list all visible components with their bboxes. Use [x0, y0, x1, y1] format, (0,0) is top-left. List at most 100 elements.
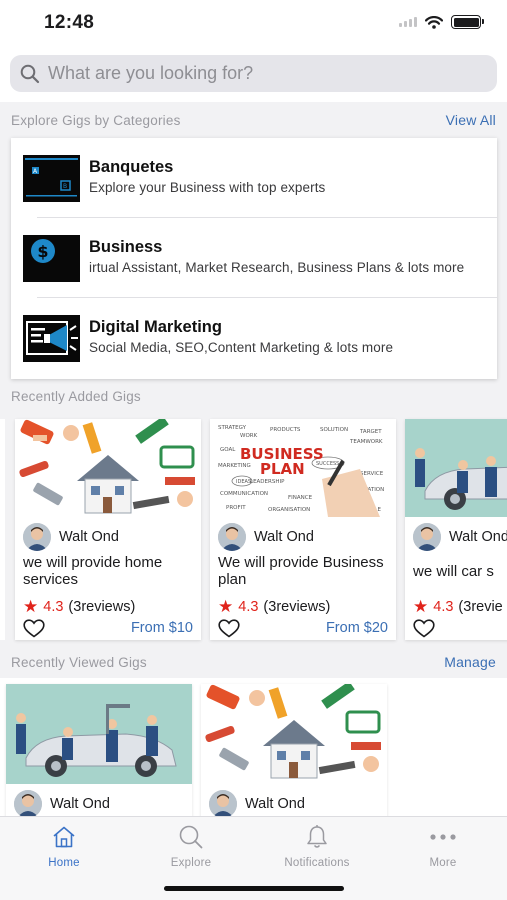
manage-link[interactable]: Manage — [444, 654, 496, 670]
svg-text:MARKETING: MARKETING — [218, 463, 251, 469]
tab-explore[interactable]: Explore — [141, 823, 241, 873]
svg-text:ORGANISATION: ORGANISATION — [268, 507, 310, 513]
gig-title[interactable]: We will provide Business plan — [218, 554, 390, 588]
category-name: Business — [89, 238, 163, 256]
search-icon — [179, 825, 203, 849]
wifi-icon — [425, 15, 443, 29]
gig-rating: ★ 4.3 (3reviews) — [218, 597, 330, 617]
gig-title[interactable]: we will car s — [413, 563, 507, 580]
gig-card[interactable]: Walt Ond we will provide home services ★… — [15, 419, 201, 640]
svg-text:PROFIT: PROFIT — [226, 505, 246, 511]
avatar — [14, 790, 42, 816]
category-name: Digital Marketing — [89, 318, 222, 336]
svg-text:WORK: WORK — [240, 433, 258, 439]
tab-bar: Home Explore Notifications More — [0, 816, 507, 900]
recently-viewed-title: Recently Viewed Gigs — [11, 655, 147, 670]
search-box[interactable] — [10, 55, 497, 92]
categories-list: A B Banquetes Explore your Business with… — [11, 138, 497, 379]
svg-text:STRATEGY: STRATEGY — [218, 425, 247, 431]
gig-rating: ★ 4.3 (3reviews) — [23, 597, 135, 617]
car-service-image — [6, 684, 192, 784]
rating-value: 4.3 — [238, 599, 259, 615]
gig-rating: ★ 4.3 (3revie — [413, 597, 503, 617]
svg-text:IDEAS: IDEAS — [236, 479, 251, 485]
heart-icon[interactable] — [23, 619, 45, 638]
recently-added-title: Recently Added Gigs — [11, 389, 141, 404]
home-icon — [53, 826, 75, 848]
category-description: irtual Assistant, Market Research, Busin… — [89, 260, 465, 275]
search-bar — [0, 46, 507, 102]
seller-name: Walt Ond — [50, 796, 110, 812]
tab-label: More — [429, 857, 457, 869]
search-input[interactable] — [48, 63, 468, 84]
gig-card[interactable]: Walt Ond we will car s ★ 4.3 (3revie — [405, 419, 507, 640]
category-description: Explore your Business with top experts — [89, 180, 326, 195]
review-count: (3reviews) — [68, 599, 136, 615]
categories-section-title: Explore Gigs by Categories — [11, 113, 181, 128]
category-name: Banquetes — [89, 158, 174, 176]
seller-name: Walt Ond — [59, 529, 119, 545]
gig-card[interactable]: STRATEGY PRODUCTS SOLUTION TARGET WORK TEAMW… — [210, 419, 396, 640]
tab-label: Explore — [170, 857, 212, 869]
svg-text:GOAL: GOAL — [220, 447, 236, 453]
gig-price: From $20 — [325, 620, 388, 636]
tab-notifications[interactable]: Notifications — [267, 823, 367, 873]
svg-text:COMMUNICATION: COMMUNICATION — [220, 491, 268, 497]
dollar-thumb: $ — [23, 235, 80, 282]
svg-text:FINANCE: FINANCE — [288, 495, 313, 501]
svg-text:$: $ — [37, 242, 48, 261]
business-plan-image: STRATEGY PRODUCTS SOLUTION TARGET WORK TEAMW… — [210, 419, 396, 517]
heart-icon[interactable] — [413, 619, 435, 638]
status-bar: 12:48 — [0, 0, 507, 46]
home-indicator — [164, 886, 344, 891]
status-icons — [399, 15, 484, 29]
search-icon — [20, 64, 40, 83]
category-item-banquetes[interactable]: A B Banquetes Explore your Business with… — [11, 138, 497, 218]
svg-text:SOLUTION: SOLUTION — [320, 427, 348, 433]
recently-added-gigs[interactable]: Walt Ond we will provide home services ★… — [0, 412, 507, 648]
more-icon — [430, 834, 456, 840]
seller-info[interactable]: Walt Ond — [23, 523, 119, 551]
avatar — [218, 523, 246, 551]
seller-info[interactable]: Walt Ond — [209, 790, 305, 816]
bell-icon — [307, 825, 327, 848]
viewed-gig-card[interactable]: Walt Ond — [201, 684, 387, 816]
tab-more[interactable]: More — [393, 823, 493, 873]
category-description: Social Media, SEO,Content Marketing & lo… — [89, 340, 394, 355]
tab-label: Notifications — [284, 857, 350, 869]
tab-home[interactable]: Home — [14, 823, 114, 873]
recently-viewed-gigs[interactable]: Walt Ond Walt Ond — [0, 678, 507, 816]
category-item-business[interactable]: $ Business irtual Assistant, Market Rese… — [11, 218, 497, 298]
recently-viewed-header: Recently Viewed Gigs Manage — [0, 648, 507, 678]
review-count: (3revie — [458, 599, 503, 615]
gig-card-partial — [0, 419, 5, 640]
category-item-digital-marketing[interactable]: Digital Marketing Social Media, SEO,Cont… — [11, 298, 497, 378]
gig-price: From $10 — [130, 620, 193, 636]
seller-info[interactable]: Walt Ond — [413, 523, 507, 551]
svg-text:PRODUCTS: PRODUCTS — [270, 427, 301, 433]
home-services-image — [15, 419, 201, 517]
star-icon: ★ — [218, 597, 234, 616]
business-plan-headline-2: PLAN — [260, 460, 305, 478]
rating-value: 4.3 — [433, 599, 454, 615]
avatar — [23, 523, 51, 551]
viewed-gig-card[interactable]: Walt Ond — [6, 684, 192, 816]
banquet-thumb: A B — [23, 155, 80, 202]
recently-added-header: Recently Added Gigs — [0, 382, 507, 412]
signal-icon — [399, 17, 417, 27]
gig-title[interactable]: we will provide home services — [23, 554, 195, 588]
home-services-image — [201, 684, 387, 784]
avatar — [209, 790, 237, 816]
seller-info[interactable]: Walt Ond — [14, 790, 110, 816]
seller-name: Walt Ond — [245, 796, 305, 812]
seller-name: Walt Ond — [449, 529, 507, 545]
heart-icon[interactable] — [218, 619, 240, 638]
seller-info[interactable]: Walt Ond — [218, 523, 314, 551]
rating-value: 4.3 — [43, 599, 64, 615]
status-time: 12:48 — [44, 12, 95, 33]
svg-text:TEAMWORK: TEAMWORK — [349, 439, 383, 445]
car-service-image — [405, 419, 507, 517]
seller-name: Walt Ond — [254, 529, 314, 545]
battery-icon — [451, 15, 484, 29]
view-all-link[interactable]: View All — [446, 112, 496, 128]
